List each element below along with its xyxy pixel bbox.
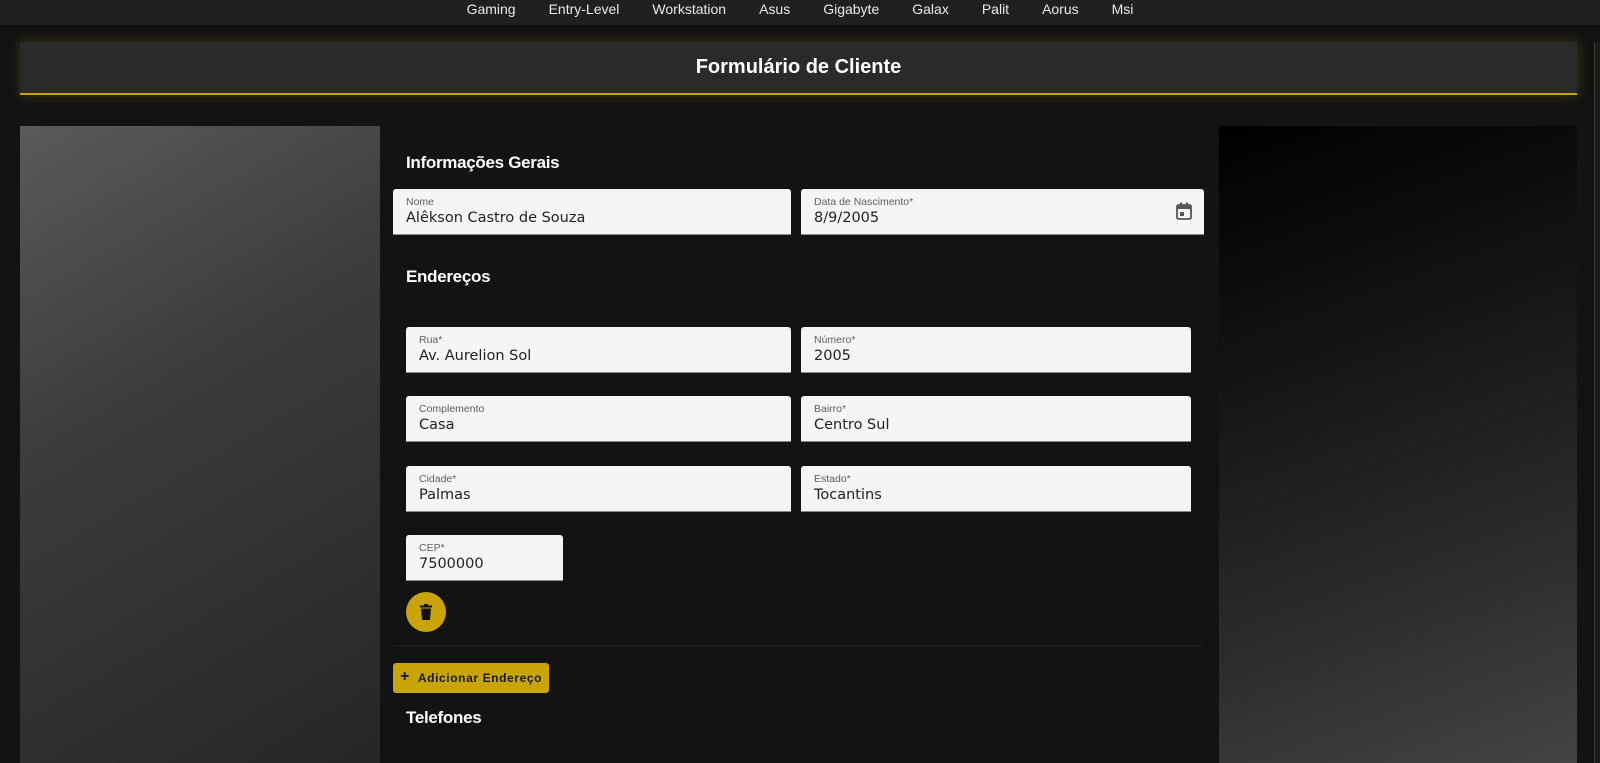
name-label: Nome bbox=[406, 196, 435, 208]
zip-value: 7500000 bbox=[419, 556, 484, 572]
page-header: Formulário de Cliente bbox=[20, 42, 1577, 95]
nav-item-palit[interactable]: Palit bbox=[965, 1, 1025, 17]
trash-icon bbox=[420, 604, 432, 620]
section-title-addresses: Endereços bbox=[406, 267, 491, 286]
delete-address-button[interactable] bbox=[406, 592, 446, 632]
nav-item-msi[interactable]: Msi bbox=[1095, 1, 1150, 17]
zip-field[interactable]: CEP* 7500000 bbox=[406, 535, 563, 581]
nav-item-gaming[interactable]: Gaming bbox=[450, 1, 532, 17]
city-field[interactable]: Cidade* Palmas bbox=[406, 466, 791, 512]
birthdate-value: 8/9/2005 bbox=[814, 210, 880, 226]
section-title-phones: Telefones bbox=[406, 708, 482, 727]
plus-icon: + bbox=[399, 668, 410, 685]
district-value: Centro Sul bbox=[814, 417, 890, 433]
state-value: Tocantins bbox=[814, 487, 882, 503]
zip-label: CEP* bbox=[419, 542, 445, 554]
city-value: Palmas bbox=[419, 487, 471, 503]
state-field[interactable]: Estado* Tocantins bbox=[801, 466, 1191, 512]
nav-item-galax[interactable]: Galax bbox=[896, 1, 966, 17]
left-decorative-panel bbox=[20, 126, 380, 763]
top-navigation: Gaming Entry-Level Workstation Asus Giga… bbox=[0, 0, 1600, 25]
nav-item-asus[interactable]: Asus bbox=[743, 1, 807, 17]
number-value: 2005 bbox=[814, 348, 851, 364]
number-field[interactable]: Número* 2005 bbox=[801, 327, 1191, 373]
nav-item-workstation[interactable]: Workstation bbox=[636, 1, 743, 17]
district-label: Bairro* bbox=[814, 403, 847, 415]
section-title-general: Informações Gerais bbox=[406, 153, 560, 172]
page-title: Formulário de Cliente bbox=[695, 56, 902, 78]
city-label: Cidade* bbox=[419, 473, 457, 485]
name-value: Alêkson Castro de Souza bbox=[406, 210, 586, 226]
state-label: Estado* bbox=[814, 473, 851, 485]
name-field[interactable]: Nome Alêkson Castro de Souza bbox=[393, 189, 791, 235]
district-field[interactable]: Bairro* Centro Sul bbox=[801, 396, 1191, 442]
nav-item-gigabyte[interactable]: Gigabyte bbox=[807, 1, 896, 17]
right-decorative-panel bbox=[1219, 126, 1577, 763]
add-address-label: Adicionar Endereço bbox=[417, 671, 543, 685]
street-value: Av. Aurelion Sol bbox=[419, 348, 532, 364]
number-label: Número* bbox=[814, 334, 856, 346]
complement-value: Casa bbox=[419, 417, 455, 433]
section-divider bbox=[393, 645, 1201, 646]
nav-item-entry-level[interactable]: Entry-Level bbox=[532, 1, 636, 17]
add-address-button[interactable]: + Adicionar Endereço bbox=[393, 663, 549, 693]
nav-item-aorus[interactable]: Aorus bbox=[1026, 1, 1096, 17]
calendar-icon[interactable] bbox=[1176, 202, 1192, 220]
page-scrollbar[interactable] bbox=[1594, 42, 1600, 763]
birthdate-label: Data de Nascimento* bbox=[814, 196, 914, 208]
street-label: Rua* bbox=[419, 334, 443, 346]
complement-field[interactable]: Complemento Casa bbox=[406, 396, 791, 442]
complement-label: Complemento bbox=[419, 403, 485, 415]
birthdate-field[interactable]: Data de Nascimento* 8/9/2005 bbox=[801, 189, 1204, 235]
street-field[interactable]: Rua* Av. Aurelion Sol bbox=[406, 327, 791, 373]
